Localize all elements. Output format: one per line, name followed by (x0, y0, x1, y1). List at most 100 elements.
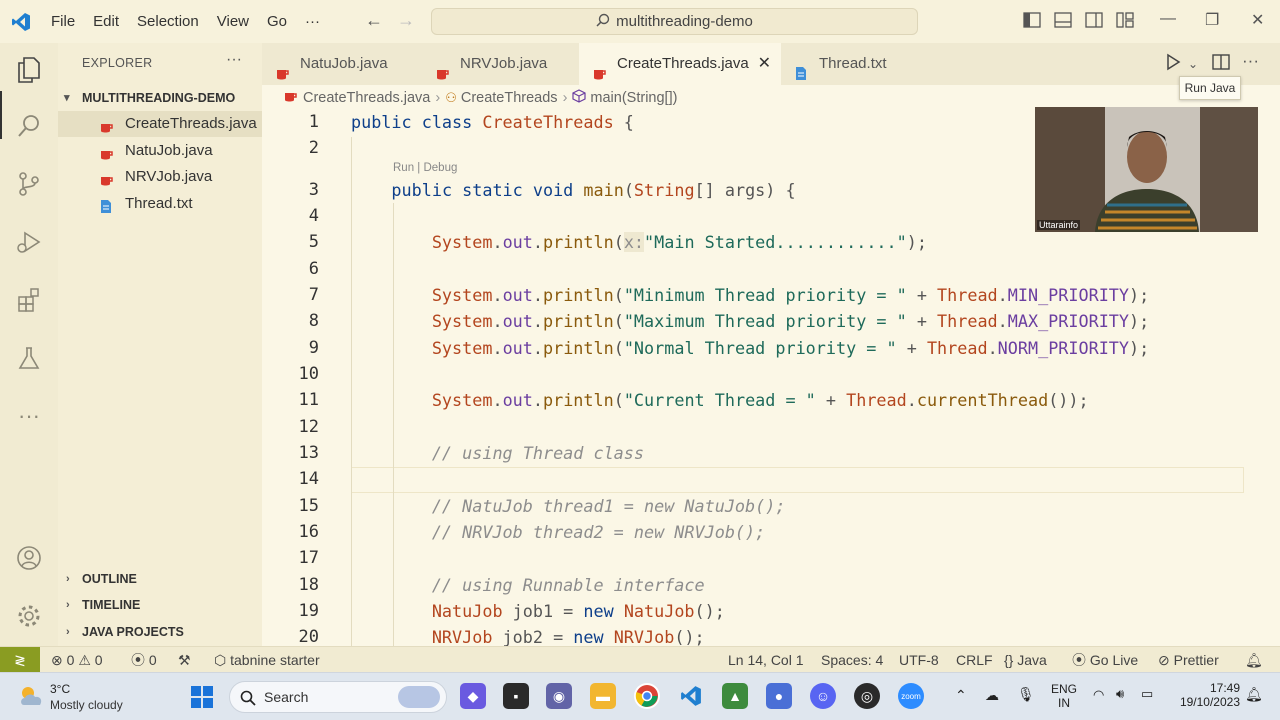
contacts-app-icon[interactable]: ● (766, 683, 792, 709)
tab-nrvjob[interactable]: NRVJob.java (422, 43, 579, 85)
menu-go[interactable]: Go (258, 0, 296, 43)
file-item-thread-txt[interactable]: Thread.txt (58, 191, 262, 217)
tabnine-status[interactable]: ⬡ tabnine starter (214, 647, 320, 673)
code-line-19[interactable]: NatuJob job1 = new NatuJob(); (351, 601, 725, 621)
tab-createthreads[interactable]: CreateThreads.java ✕ (579, 43, 781, 85)
menu-file[interactable]: File (42, 0, 84, 43)
explorer-sidebar: EXPLORER ··· ▾ MULTITHREADING-DEMO Creat… (58, 43, 262, 646)
code-line-3[interactable]: public static void main(String[] args) { (351, 180, 795, 200)
vscode-app-icon[interactable] (678, 683, 704, 709)
wifi-icon[interactable]: ◠ (1093, 687, 1104, 703)
code-line-5[interactable]: System.out.println(x:"Main Started......… (351, 232, 927, 252)
obs-app-icon[interactable]: ◎ (854, 683, 880, 709)
file-item-nrvjob[interactable]: NRVJob.java (58, 164, 262, 190)
weather-temp[interactable]: 3°C (50, 682, 70, 696)
explorer-icon[interactable] (14, 55, 44, 85)
file-explorer-app-icon[interactable]: ▬ (590, 683, 616, 709)
weather-cloud-icon[interactable] (18, 685, 46, 712)
file-viewer-app-icon[interactable]: ▪ (503, 683, 529, 709)
teams-app-icon[interactable]: ◉ (546, 683, 572, 709)
section-label: TIMELINE (82, 598, 141, 612)
toggle-panel-icon[interactable] (1054, 11, 1074, 31)
back-arrow-icon[interactable]: ← (358, 10, 390, 31)
discord-app-icon[interactable]: ☺ (810, 683, 836, 709)
close-window-icon[interactable]: ✕ (1251, 10, 1264, 30)
close-tab-icon[interactable]: ✕ (758, 43, 771, 85)
code-line-11[interactable]: System.out.println("Current Thread = " +… (351, 390, 1089, 410)
language-mode[interactable]: {} Java (1004, 647, 1047, 673)
end-of-line[interactable]: CRLF (956, 647, 993, 673)
toggle-primary-sidebar-icon[interactable] (1023, 11, 1043, 31)
accounts-icon[interactable] (14, 543, 44, 573)
problems-status[interactable]: ⊗ 0 ⚠ 0 (51, 647, 103, 673)
command-center[interactable]: multithreading-demo (431, 8, 918, 35)
file-item-createthreads[interactable]: CreateThreads.java (58, 111, 262, 137)
code-line-20[interactable]: NRVJob job2 = new NRVJob(); (351, 627, 705, 646)
section-outline[interactable]: › OUTLINE (58, 566, 262, 592)
volume-icon[interactable]: 🔊︎ (1116, 686, 1124, 702)
ports-status[interactable]: ⦿ 0 (131, 647, 157, 673)
weather-desc[interactable]: Mostly cloudy (50, 698, 123, 712)
chevron-up-icon[interactable]: ⌃ (955, 687, 967, 704)
search-icon[interactable] (14, 111, 44, 141)
language-indicator[interactable]: ENG IN (1050, 682, 1078, 710)
code-line-18[interactable]: // using Runnable interface (351, 575, 705, 595)
editor-more-actions-icon[interactable]: ··· (1242, 51, 1259, 71)
settings-gear-icon[interactable] (14, 601, 44, 631)
breadcrumb-class[interactable]: ⚇ CreateThreads (445, 90, 557, 106)
microphone-icon[interactable]: 🎙︎ (1017, 686, 1035, 703)
workspace-folder[interactable]: ▾ MULTITHREADING-DEMO (58, 87, 262, 109)
tab-thread-txt[interactable]: Thread.txt (781, 43, 922, 85)
code-line-9[interactable]: System.out.println("Normal Thread priori… (351, 338, 1149, 358)
testing-icon[interactable] (14, 343, 44, 373)
forward-arrow-icon[interactable]: → (390, 10, 422, 31)
menu-edit[interactable]: Edit (84, 0, 128, 43)
run-debug-codelens[interactable]: Run | Debug (393, 162, 457, 174)
code-line-15[interactable]: // NatuJob thread1 = new NatuJob(); (351, 496, 786, 516)
code-line-7[interactable]: System.out.println("Minimum Thread prior… (351, 285, 1149, 305)
menu-selection[interactable]: Selection (128, 0, 208, 43)
section-java-projects[interactable]: › JAVA PROJECTS (58, 619, 262, 645)
run-debug-icon[interactable] (14, 227, 44, 257)
remote-indicator-icon[interactable]: ≷ (0, 647, 40, 673)
copilot-app-icon[interactable]: ◆ (460, 683, 486, 709)
notification-bell-icon[interactable]: 🔔︎ (1245, 686, 1263, 703)
code-line-8[interactable]: System.out.println("Maximum Thread prior… (351, 311, 1149, 331)
source-control-icon[interactable] (14, 169, 44, 199)
indentation[interactable]: Spaces: 4 (821, 647, 883, 673)
breadcrumb-method[interactable]: main(String[]) (572, 89, 677, 107)
restore-icon[interactable]: ❐ (1205, 10, 1219, 30)
section-timeline[interactable]: › TIMELINE (58, 592, 262, 618)
extensions-icon[interactable] (14, 285, 44, 315)
debug-launch-icon[interactable]: ⚒ (178, 647, 191, 673)
minimize-icon[interactable]: — (1160, 10, 1176, 28)
run-dropdown-chevron-icon[interactable]: ⌄ (1188, 57, 1198, 71)
menu-view[interactable]: View (208, 0, 258, 43)
tab-natujob[interactable]: NatuJob.java (262, 43, 422, 85)
zoom-app-icon[interactable]: zoom (898, 683, 924, 709)
menu-more[interactable]: ··· (296, 0, 329, 43)
cursor-position[interactable]: Ln 14, Col 1 (728, 647, 804, 673)
code-line-16[interactable]: // NRVJob thread2 = new NRVJob(); (351, 522, 765, 542)
encoding[interactable]: UTF-8 (899, 647, 939, 673)
cloud-sync-icon[interactable]: ☁ (985, 687, 999, 704)
windows-start-icon[interactable] (190, 685, 214, 714)
code-line-13[interactable]: // using Thread class (351, 443, 644, 463)
customize-layout-icon[interactable] (1116, 11, 1136, 31)
code-line-1[interactable]: public class CreateThreads { (351, 112, 634, 132)
run-java-icon[interactable] (1165, 53, 1181, 76)
go-live-button[interactable]: ⦿ Go Live (1072, 647, 1138, 673)
split-editor-icon[interactable] (1212, 53, 1230, 76)
image-app-icon[interactable]: ▲ (722, 683, 748, 709)
more-views-icon[interactable]: ··· (14, 401, 44, 431)
prettier-status[interactable]: ⊘ Prettier (1158, 647, 1219, 673)
notifications-bell-icon[interactable]: 🔔︎ (1245, 647, 1263, 673)
explorer-more-icon[interactable]: ··· (226, 51, 242, 69)
clock[interactable]: 17:49 19/10/2023 (1168, 681, 1240, 709)
toggle-secondary-sidebar-icon[interactable] (1085, 11, 1105, 31)
battery-icon[interactable]: ▭ (1141, 686, 1153, 702)
file-item-natujob[interactable]: NatuJob.java (58, 138, 262, 164)
breadcrumb-file[interactable]: CreateThreads.java (284, 89, 430, 107)
chrome-app-icon[interactable] (634, 683, 660, 709)
taskbar-search[interactable]: Search (229, 681, 447, 713)
